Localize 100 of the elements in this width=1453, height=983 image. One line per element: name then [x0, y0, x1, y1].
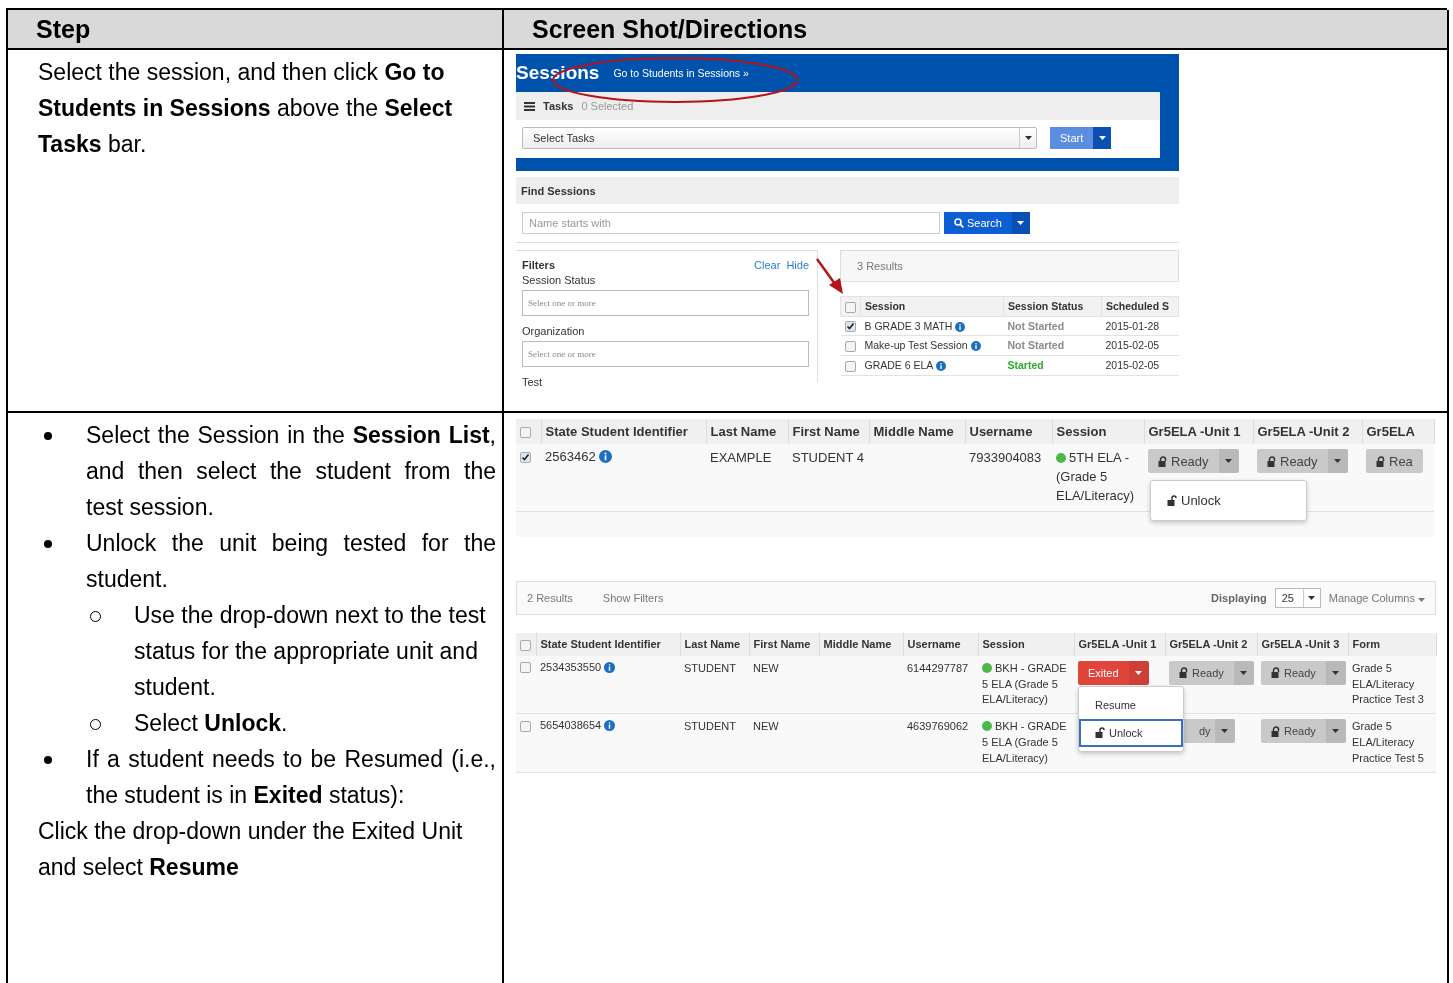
column-header: State Student Identifier — [541, 419, 706, 444]
selected-count: 0 Selected — [581, 100, 634, 112]
checkbox[interactable] — [520, 427, 531, 439]
bullet-icon — [44, 756, 52, 764]
caret-icon — [1225, 459, 1233, 463]
search-field[interactable]: Name starts with — [522, 212, 940, 234]
unit-status-button[interactable]: Ready — [1261, 719, 1346, 744]
unit-status-button[interactable]: Ready — [1148, 449, 1239, 473]
column-header: Scheduled S — [1101, 296, 1179, 317]
menu-item[interactable]: Resume — [1079, 690, 1183, 719]
checkbox[interactable] — [520, 452, 531, 464]
tasks-label: Tasks — [543, 100, 574, 112]
unit-status-button[interactable]: Ready — [1257, 449, 1348, 473]
info-icon — [970, 341, 981, 352]
column-header: Screen Shot/Directions — [532, 14, 808, 44]
caret-icon — [1017, 221, 1025, 225]
unit-status-button[interactable]: Ready — [1261, 660, 1346, 685]
checkbox[interactable] — [844, 321, 856, 333]
status-dot — [1056, 453, 1066, 463]
info-icon — [604, 661, 616, 673]
unit-menu-button[interactable] — [1325, 719, 1346, 744]
table-cell-text: NEW — [753, 660, 780, 676]
results-count: 3 Results — [857, 260, 903, 272]
caret-icon — [1334, 459, 1342, 463]
filter-label: Test — [522, 376, 544, 388]
caret-icon — [1221, 729, 1229, 734]
status-dot — [982, 721, 992, 732]
scheduled-date: 2015-02-05 — [1105, 339, 1160, 352]
search-button[interactable]: Search — [944, 212, 1012, 234]
status-dot — [982, 662, 992, 673]
table-cell-text: STUDENT — [684, 719, 737, 735]
column-header: First Name — [788, 419, 869, 444]
caret-icon — [1332, 729, 1340, 734]
checkbox[interactable] — [520, 721, 531, 732]
start-button[interactable]: Start — [1050, 127, 1094, 149]
session-cell-text: 5TH ELA - (Grade 5 ELA/Literacy) — [1056, 449, 1136, 505]
menu-item[interactable]: Unlock — [1151, 485, 1306, 516]
checkbox[interactable] — [844, 360, 856, 372]
unit-menu-button[interactable] — [1233, 660, 1254, 685]
session-status: Not Started — [1007, 339, 1065, 352]
table-cell-text: NEW — [753, 719, 780, 735]
column-header: Username — [965, 419, 1052, 444]
filter-label: Session Status — [522, 274, 596, 286]
task-select[interactable]: Select Tasks — [522, 127, 1037, 149]
table-cell-text: STUDENT — [684, 660, 737, 676]
unit-menu-button[interactable] — [1327, 449, 1348, 473]
column-header: Gr5ELA -Unit 1 — [1144, 419, 1253, 444]
unit-status-button[interactable]: Rea — [1366, 449, 1423, 473]
column-header: Gr5ELA -Unit 1 — [1074, 633, 1165, 656]
table-cell-text: EXAMPLE — [710, 449, 773, 467]
unit-menu-button[interactable] — [1218, 449, 1239, 473]
unit-menu-button[interactable] — [1214, 719, 1235, 744]
checkbox[interactable] — [520, 639, 531, 651]
caret-icon — [1308, 596, 1316, 600]
session-cell-text: BKH - GRADE 5 ELA (Grade 5 ELA/Literacy) — [982, 719, 1068, 767]
column-header: Step — [36, 14, 91, 44]
manage-columns-menu[interactable]: Manage Columns — [1328, 592, 1425, 604]
show-filters-link[interactable]: Show Filters — [602, 592, 664, 604]
search-icon — [954, 218, 964, 228]
bullet-icon — [44, 432, 52, 440]
hide-link[interactable]: Hide — [786, 259, 809, 271]
padlock-icon — [1376, 455, 1386, 467]
unit-menu-button[interactable] — [1128, 660, 1149, 685]
checkbox[interactable] — [520, 662, 531, 674]
instruction-text: If a student needs to be Resumed (i.e., the student is in Exited status): — [86, 746, 496, 808]
column-header: Session — [860, 296, 1004, 317]
table-cell-text: Grade 5 ELA/Literacy Practice Test 3 — [1352, 660, 1425, 708]
unit-status-button[interactable]: Ready — [1169, 660, 1254, 685]
column-header: Form — [1348, 633, 1436, 656]
instruction-text: Select the session, and then click Go to Students in Sessions above the Select Tasks bar. — [38, 58, 454, 159]
student-id: 2563462 — [545, 449, 596, 464]
column-header: First Name — [749, 633, 819, 656]
filters-title: Filters — [522, 259, 555, 271]
column-header: Last Name — [680, 633, 749, 656]
scheduled-date: 2015-02-05 — [1105, 359, 1160, 372]
unlocked-padlock-icon — [1167, 495, 1177, 506]
filter-select[interactable]: Select one or more — [522, 290, 809, 316]
filter-select[interactable]: Select one or more — [522, 341, 809, 367]
caret-icon — [1135, 670, 1143, 675]
column-header: Username — [903, 633, 978, 656]
student-id: 2534353550 — [540, 660, 602, 673]
column-header: Session Status — [1003, 296, 1102, 317]
column-header: Middle Name — [819, 633, 903, 656]
table-cell-text: STUDENT 4 — [792, 449, 865, 467]
unit-status-button[interactable]: Exited — [1078, 660, 1149, 685]
info-icon — [604, 720, 616, 732]
info-icon — [955, 321, 966, 332]
instruction-text: Unlock the unit being tested for the student. — [86, 530, 496, 592]
table-cell-text: Grade 5 ELA/Literacy Practice Test 5 — [1352, 719, 1425, 767]
checkbox[interactable] — [845, 301, 856, 313]
unit-menu-button[interactable] — [1325, 660, 1346, 685]
column-header: Gr5ELA — [1362, 419, 1434, 444]
menu-item[interactable]: Unlock — [1079, 718, 1183, 747]
instruction-text: Use the drop-down next to the test status for the appropriate unit and student. — [134, 602, 486, 700]
page-size-select[interactable]: 25 — [1274, 588, 1321, 608]
checkbox[interactable] — [844, 341, 856, 353]
clear-link[interactable]: Clear — [754, 259, 781, 271]
start-menu-button[interactable] — [1093, 127, 1112, 149]
session-name: B GRADE 3 MATH — [864, 319, 953, 332]
students-in-sessions-link[interactable]: Go to Students in Sessions » — [613, 67, 749, 79]
